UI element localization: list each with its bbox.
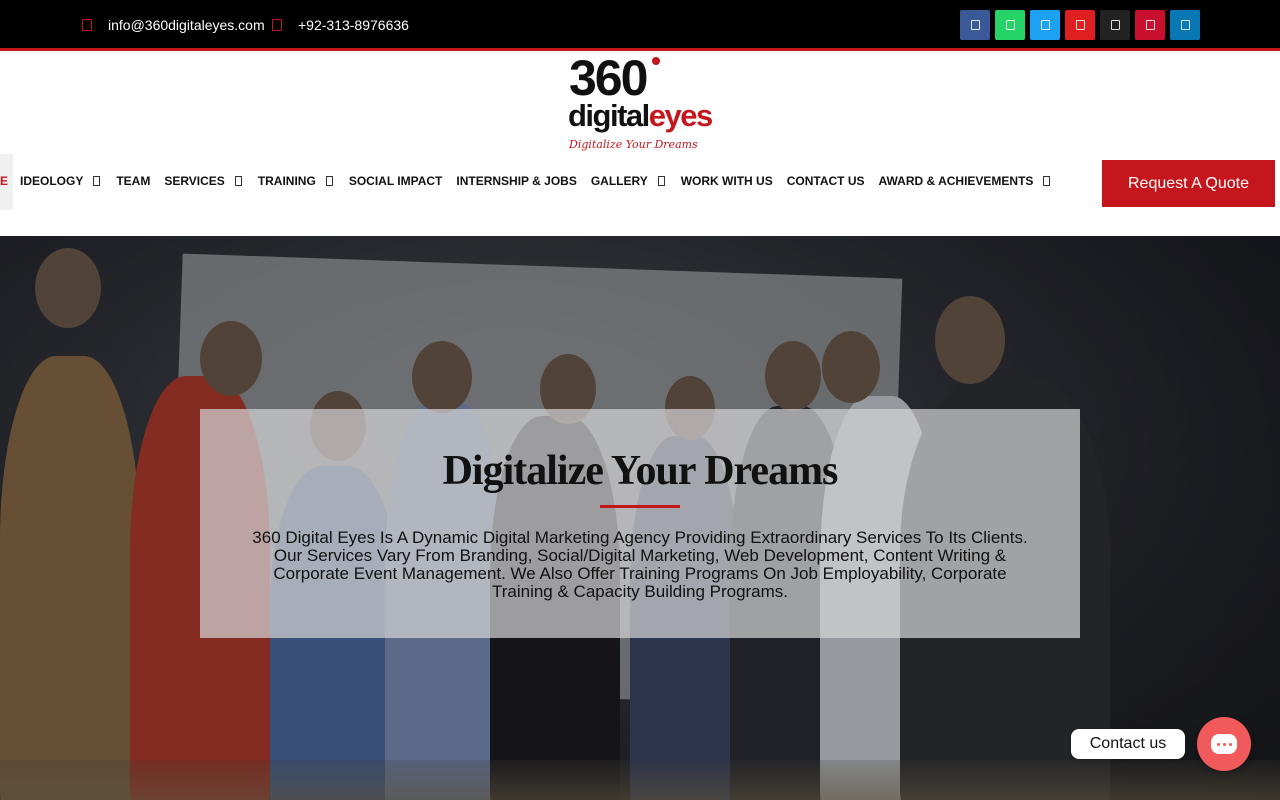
tiktok-button[interactable] [1100, 10, 1130, 40]
top-bar: info@360digitaleyes.com +92-313-8976636 [0, 0, 1280, 48]
facebook-icon [970, 20, 980, 30]
main-nav: IDEOLOGY TEAM SERVICES TRAINING SOCIAL IMPAC… [20, 174, 1066, 188]
nav-item-award-achievements[interactable]: AWARD & ACHIEVEMENTS [879, 174, 1053, 188]
tiktok-icon [1110, 20, 1120, 30]
nav-item-label: TRAINING [257, 174, 316, 188]
nav-item-label: IDEOLOGY [20, 174, 84, 188]
chevron-down-icon [1043, 176, 1051, 186]
whatsapp-button[interactable] [995, 10, 1025, 40]
nav-item-training[interactable]: TRAINING [258, 174, 335, 188]
linkedin-icon [1180, 20, 1190, 30]
hero-section: Digitalize Your Dreams 360 Digital Eyes … [0, 236, 1280, 800]
nav-item-label: WORK WITH US [680, 174, 773, 188]
email-text: info@360digitaleyes.com [108, 17, 265, 33]
nav-item-work-with-us[interactable]: WORK WITH US [681, 174, 773, 188]
nav-item-team[interactable]: TEAM [116, 174, 150, 188]
contact-chat-button[interactable] [1197, 717, 1251, 771]
whatsapp-icon [1005, 20, 1015, 30]
nav-item-label: TEAM [116, 174, 151, 188]
nav-item-label: INTERNSHIP & JOBS [456, 174, 577, 188]
chevron-down-icon [93, 176, 101, 186]
chevron-down-icon [657, 176, 665, 186]
hero-content-box: Digitalize Your Dreams 360 Digital Eyes … [200, 409, 1080, 638]
nav-item-label: GALLERY [590, 174, 648, 188]
linkedin-button[interactable] [1170, 10, 1200, 40]
hero-title: Digitalize Your Dreams [442, 448, 839, 494]
contact-us-label[interactable]: Contact us [1071, 729, 1185, 759]
nav-item-label: CONTACT US [786, 174, 865, 188]
nav-item-social-impact[interactable]: SOCIAL IMPACT [349, 174, 443, 188]
request-quote-button[interactable]: Request A Quote [1102, 160, 1275, 207]
twitter-button[interactable] [1030, 10, 1060, 40]
phone-text: +92-313-8976636 [298, 17, 409, 33]
logo-number: 360 [569, 50, 648, 106]
nav-item-label: SOCIAL IMPACT [348, 174, 443, 188]
youtube-button[interactable] [1065, 10, 1095, 40]
nav-item-home-partial[interactable]: E [0, 154, 13, 210]
nav-item-gallery[interactable]: GALLERY [591, 174, 667, 188]
chat-bubble-icon [1211, 734, 1237, 754]
facebook-button[interactable] [960, 10, 990, 40]
phone-icon [272, 19, 282, 31]
hero-ground [0, 760, 1280, 800]
logo-wordmark: digitaleyes [568, 98, 713, 133]
nav-item-label: SERVICES [164, 174, 225, 188]
email-link[interactable]: info@360digitaleyes.com [82, 17, 265, 33]
logo-dot [652, 57, 660, 65]
pinterest-icon [1145, 20, 1155, 30]
pinterest-button[interactable] [1135, 10, 1165, 40]
hero-description: 360 Digital Eyes Is A Dynamic Digital Ma… [252, 528, 1028, 601]
logo-tagline: Digitalize Your Dreams [569, 138, 698, 151]
nav-item-internship-jobs[interactable]: INTERNSHIP & JOBS [456, 174, 576, 188]
youtube-icon [1075, 20, 1085, 30]
phone-link[interactable]: +92-313-8976636 [272, 17, 409, 33]
nav-item-services[interactable]: SERVICES [164, 174, 243, 188]
site-logo[interactable]: 360 digitaleyes Digitalize Your Dreams [566, 50, 716, 155]
hero-title-underline [600, 505, 680, 508]
twitter-icon [1040, 20, 1050, 30]
nav-item-label: AWARD & ACHIEVEMENTS [878, 174, 1034, 188]
nav-item-contact-us[interactable]: CONTACT US [787, 174, 865, 188]
envelope-icon [82, 19, 92, 31]
nav-item-ideology[interactable]: IDEOLOGY [20, 174, 102, 188]
chevron-down-icon [234, 176, 242, 186]
chevron-down-icon [325, 176, 333, 186]
